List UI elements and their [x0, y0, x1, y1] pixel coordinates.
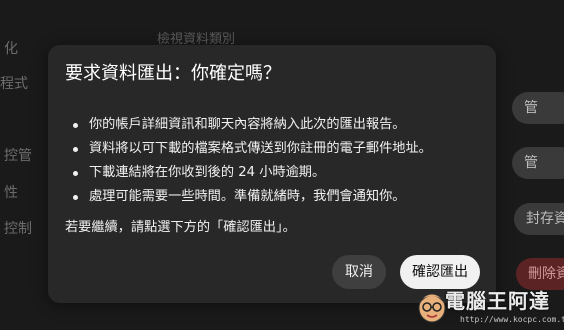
- background-left-fragment: 程式: [0, 76, 28, 92]
- mascot-icon: [418, 293, 446, 323]
- watermark-url: http://www.kocpc.com.tw: [460, 315, 564, 324]
- screen: 檢視資料類別 化 程式 控管 性 控制 管 管 封存資料 刪除資料 要求資料匯出…: [0, 0, 564, 330]
- info-bullet: 資料將以可下載的檔案格式傳送到你註冊的電子郵件地址。: [65, 137, 432, 161]
- site-watermark: 電腦王阿達 http://www.kocpc.com.tw: [416, 283, 564, 328]
- background-manage-button: 管: [512, 92, 564, 124]
- watermark-title: 電腦王阿達: [445, 289, 550, 313]
- background-manage-button: 管: [512, 147, 564, 179]
- dialog-title: 要求資料匯出：你確定嗎？: [65, 63, 281, 84]
- info-bullet: 你的帳戶詳細資訊和聊天內容將納入此次的匯出報告。: [65, 113, 432, 137]
- info-bullet: 處理可能需要一些時間。準備就緒時，我們會通知你。: [65, 185, 432, 209]
- background-left-fragment: 控制: [4, 221, 32, 237]
- info-bullet-list: 你的帳戶詳細資訊和聊天內容將納入此次的匯出報告。 資料將以可下載的檔案格式傳送到…: [65, 113, 432, 209]
- background-left-fragment: 控管: [4, 148, 32, 164]
- background-left-fragment: 性: [4, 185, 18, 201]
- info-bullet: 下載連結將在你收到後的 24 小時逾期。: [65, 161, 432, 185]
- cancel-button[interactable]: 取消: [332, 255, 386, 289]
- background-left-fragment: 化: [4, 41, 18, 57]
- export-data-dialog: 要求資料匯出：你確定嗎？ 你的帳戶詳細資訊和聊天內容將納入此次的匯出報告。 資料…: [48, 45, 496, 303]
- dialog-footer-text: 若要繼續，請點選下方的「確認匯出」。: [65, 220, 296, 235]
- background-archive-button: 封存資料: [514, 203, 564, 235]
